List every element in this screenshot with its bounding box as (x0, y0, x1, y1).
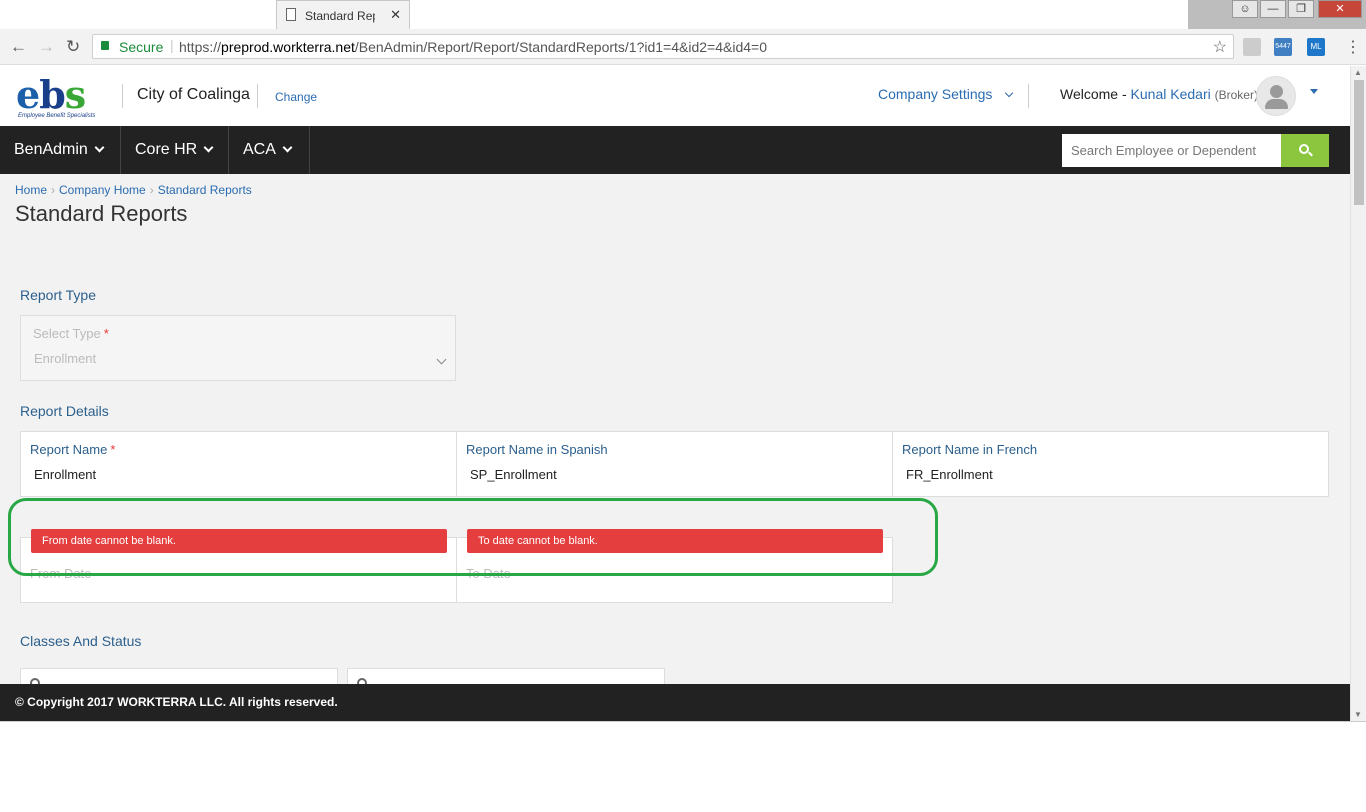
nav-item-core-hr[interactable]: Core HR (121, 126, 229, 174)
breadcrumb-separator: › (51, 183, 56, 197)
chevron-down-icon (436, 354, 447, 365)
search-icon-handle (1308, 151, 1313, 157)
browser-tab-title: Standard Rep (305, 9, 375, 23)
scroll-up-icon[interactable]: ▲ (1354, 68, 1362, 77)
window-controls: ☺ — ❐ ✕ (1188, 0, 1366, 29)
avatar-body (1265, 99, 1288, 109)
page-viewport: ebs Employee Benefit Specialists City of… (0, 66, 1350, 721)
report-type-select[interactable]: Select Type * Enrollment (20, 315, 456, 381)
user-profile-button[interactable]: ☺ (1232, 0, 1258, 18)
chevron-down-icon (203, 142, 214, 153)
select-type-label: Select Type * (33, 326, 109, 341)
report-type-label: Report Type (20, 287, 97, 303)
reload-icon[interactable]: ↻ (66, 37, 80, 57)
url-host: preprod.workterra.net (221, 39, 355, 55)
search-button[interactable] (1281, 134, 1329, 167)
company-logo[interactable]: ebs Employee Benefit Specialists (16, 72, 102, 120)
address-bar: ← → ↻ Secure | https://preprod.workterra… (0, 29, 1366, 65)
company-settings-label: Company Settings (878, 86, 993, 102)
page-scrollbar[interactable]: ▲ ▼ (1350, 66, 1366, 721)
breadcrumb-company-home[interactable]: Company Home (59, 183, 146, 197)
welcome-prefix: Welcome - (1060, 86, 1127, 102)
report-name-label-text: Report Name (30, 442, 108, 457)
user-role: (Broker) (1214, 88, 1258, 102)
url-text: https://preprod.workterra.net/BenAdmin/R… (179, 39, 767, 55)
report-name-value: Enrollment (34, 467, 97, 482)
browser-tab[interactable]: Standard Rep ✕ (276, 0, 410, 29)
select-type-label-text: Select Type (33, 326, 101, 341)
logo-tagline: Employee Benefit Specialists (18, 113, 96, 119)
copyright-text: © Copyright 2017 WORKTERRA LLC. All righ… (15, 695, 338, 709)
maximize-button[interactable]: ❐ (1288, 0, 1314, 18)
url-path: /BenAdmin/Report/Report/StandardReports/… (354, 39, 767, 55)
url-separator: | (170, 37, 174, 53)
browser-menu-icon[interactable]: ⋮ (1345, 37, 1361, 57)
page-footer: © Copyright 2017 WORKTERRA LLC. All righ… (0, 684, 1350, 721)
window-close-button[interactable]: ✕ (1318, 0, 1362, 18)
report-name-french-label: Report Name in French (902, 442, 1038, 457)
employee-search-input[interactable] (1062, 134, 1282, 167)
nav-item-label: Core HR (135, 141, 198, 158)
minimize-button[interactable]: — (1260, 0, 1286, 18)
scroll-thumb[interactable] (1354, 80, 1364, 205)
empty-area-below-browser (0, 721, 1366, 812)
chevron-down-icon (94, 142, 105, 153)
bookmark-star-icon[interactable]: ☆ (1213, 37, 1227, 57)
badge-extension-icon[interactable]: 5447 (1274, 38, 1292, 56)
select-type-value: Enrollment (34, 351, 97, 366)
page-title: Standard Reports (15, 201, 188, 226)
error-highlight-outline (8, 498, 938, 576)
ml-extension-icon[interactable]: ML (1307, 38, 1325, 56)
nav-item-label: ACA (243, 141, 276, 158)
breadcrumb: Home › Company Home › Standard Reports (15, 183, 252, 197)
avatar-head (1270, 85, 1283, 98)
report-name-french-field[interactable]: Report Name in French FR_Enrollment (892, 431, 1329, 497)
breadcrumb-home[interactable]: Home (15, 183, 47, 197)
chevron-down-icon (282, 142, 293, 153)
scroll-down-icon[interactable]: ▼ (1354, 710, 1362, 719)
avatar[interactable] (1256, 76, 1296, 116)
breadcrumb-standard-reports[interactable]: Standard Reports (158, 183, 252, 197)
report-name-spanish-field[interactable]: Report Name in Spanish SP_Enrollment (456, 431, 893, 497)
url-scheme: https:// (179, 39, 222, 55)
nav-item-benadmin[interactable]: BenAdmin (0, 126, 121, 174)
document-icon (286, 8, 296, 21)
nav-item-aca[interactable]: ACA (229, 126, 310, 174)
header-divider (257, 84, 258, 108)
extension-ml-label: ML (1310, 42, 1322, 51)
breadcrumb-separator: › (149, 183, 154, 197)
back-arrow-icon[interactable]: ← (10, 37, 27, 57)
nav-item-label: BenAdmin (14, 141, 88, 158)
lock-icon (101, 41, 109, 50)
report-name-spanish-value: SP_Enrollment (470, 467, 557, 482)
site-header: ebs Employee Benefit Specialists City of… (0, 66, 1350, 126)
company-name: City of Coalinga (137, 86, 250, 103)
forward-arrow-icon[interactable]: → (38, 37, 55, 57)
company-settings-menu[interactable]: Company Settings (878, 86, 1014, 102)
report-details-label: Report Details (20, 403, 109, 419)
extension-badge-count: 5447 (1275, 43, 1291, 50)
change-company-link[interactable]: Change (275, 90, 317, 104)
classes-and-status-label: Classes And Status (20, 633, 142, 649)
logo-letters: ebs (16, 72, 86, 117)
report-name-field[interactable]: Report Name * Enrollment (20, 431, 457, 497)
chevron-down-icon (1005, 88, 1014, 98)
report-name-spanish-label: Report Name in Spanish (466, 442, 608, 457)
header-divider (1028, 84, 1029, 108)
welcome-text: Welcome - Kunal Kedari (Broker) (1060, 86, 1258, 102)
user-name-link[interactable]: Kunal Kedari (1131, 86, 1211, 102)
url-field[interactable]: Secure | https://preprod.workterra.net/B… (92, 34, 1234, 59)
browser-tabstrip: Standard Rep ✕ ☺ — ❐ ✕ (0, 0, 1366, 29)
close-tab-icon[interactable]: ✕ (390, 7, 401, 23)
user-menu-caret-icon[interactable] (1310, 89, 1318, 94)
pdf-extension-icon[interactable] (1243, 38, 1261, 56)
report-name-label: Report Name * (30, 442, 115, 457)
report-name-french-value: FR_Enrollment (906, 467, 993, 482)
required-marker: * (110, 442, 116, 457)
required-marker: * (103, 326, 109, 341)
main-nav: BenAdmin Core HR ACA (0, 126, 1350, 174)
header-divider (122, 84, 123, 108)
secure-label: Secure (119, 39, 164, 55)
